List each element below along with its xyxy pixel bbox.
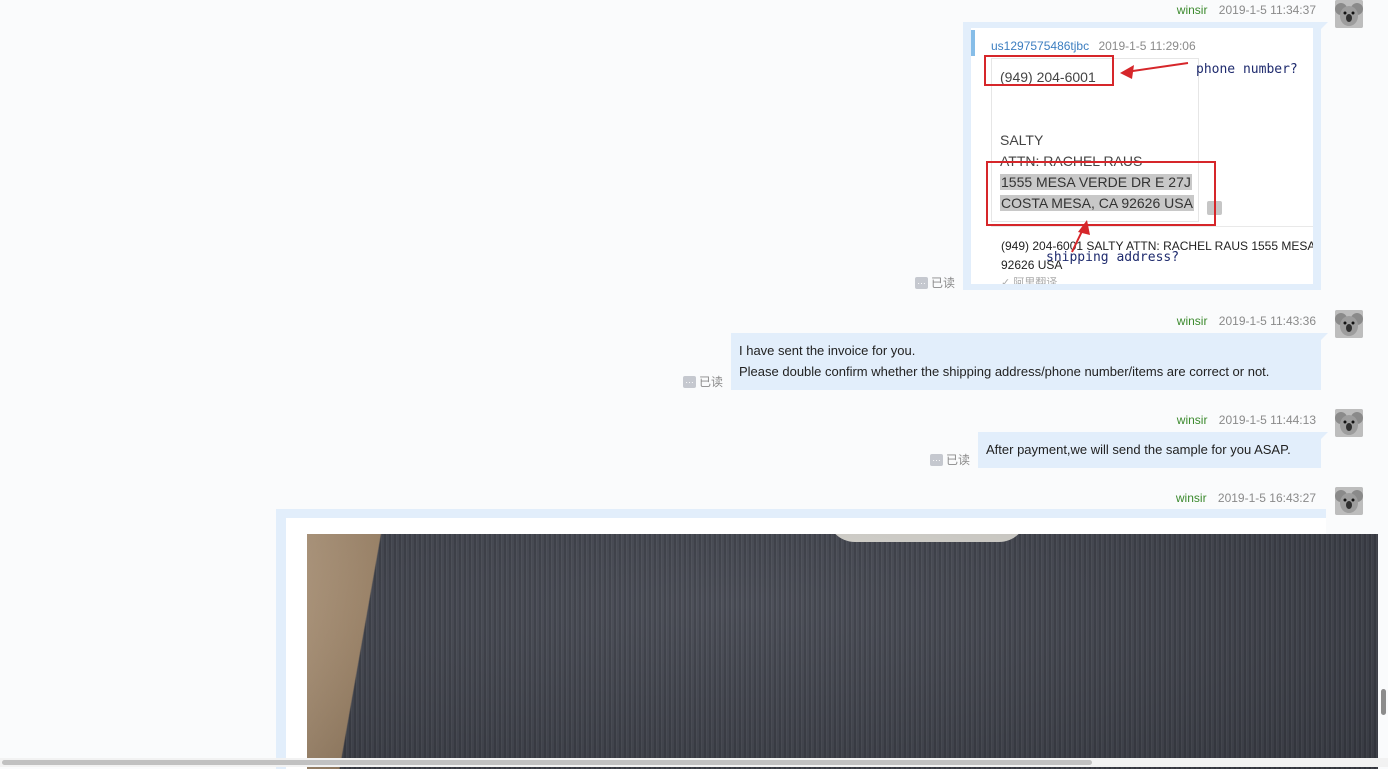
message-time: 2019-1-5 11:43:36 xyxy=(1218,314,1316,328)
read-receipt-icon: … xyxy=(930,453,943,466)
vertical-scroll-thumb[interactable] xyxy=(1381,689,1386,715)
message-time: 2019-1-5 11:34:37 xyxy=(1218,3,1316,17)
vertical-scrollbar[interactable] xyxy=(1379,0,1388,758)
note-company: SALTY xyxy=(1000,132,1044,148)
koala-avatar-icon[interactable] xyxy=(1335,409,1363,437)
message-header: winsir 2019-1-5 11:34:37 xyxy=(1177,3,1316,17)
koala-avatar-icon[interactable] xyxy=(1335,0,1363,28)
message-header: winsir 2019-1-5 16:43:27 xyxy=(1176,491,1316,505)
quoted-user-link[interactable]: us1297575486tjbc xyxy=(991,39,1089,53)
annotation-arrows xyxy=(1071,62,1189,253)
horizontal-scroll-thumb[interactable] xyxy=(2,760,1092,765)
address-annotation: shipping address? xyxy=(1046,250,1180,265)
read-receipt: … 已读 xyxy=(683,374,724,389)
koala-avatar-icon[interactable] xyxy=(1335,310,1363,338)
phone-annotation: phone number? xyxy=(1196,62,1298,77)
message-header: winsir 2019-1-5 11:44:13 xyxy=(1177,413,1316,427)
quote-header: us1297575486tjbc 2019-1-5 11:29:06 xyxy=(991,39,1196,53)
message-bubble[interactable]: After payment,we will send the sample fo… xyxy=(978,432,1328,468)
read-receipt-icon: … xyxy=(683,375,696,388)
image-frame xyxy=(286,518,1378,769)
sender-name[interactable]: winsir xyxy=(1177,413,1208,427)
message-header: winsir 2019-1-5 11:43:36 xyxy=(1177,314,1316,328)
message-line: After payment,we will send the sample fo… xyxy=(986,442,1291,457)
read-receipt: … 已读 xyxy=(915,275,956,290)
translation-source: ✓ 阿里翻译 xyxy=(1001,277,1058,284)
sender-name[interactable]: winsir xyxy=(1176,491,1207,505)
message-time: 2019-1-5 11:44:13 xyxy=(1218,413,1316,427)
quote-bar xyxy=(971,30,975,56)
quoted-time: 2019-1-5 11:29:06 xyxy=(1098,39,1196,53)
message-bubble[interactable]: I have sent the invoice for you. Please … xyxy=(731,333,1328,390)
message-time: 2019-1-5 16:43:27 xyxy=(1217,491,1316,505)
sweater-photo[interactable] xyxy=(307,534,1378,769)
image-message-bubble[interactable] xyxy=(276,509,1378,769)
horizontal-scrollbar[interactable] xyxy=(0,758,1388,767)
koala-avatar-icon[interactable] xyxy=(1335,487,1363,515)
message-line: Please double confirm whether the shippi… xyxy=(739,364,1270,379)
read-receipt: … 已读 xyxy=(930,452,971,467)
sender-name[interactable]: winsir xyxy=(1177,3,1208,17)
message-line: I have sent the invoice for you. xyxy=(739,343,916,358)
sender-name[interactable]: winsir xyxy=(1177,314,1208,328)
read-receipt-icon: … xyxy=(915,276,928,289)
